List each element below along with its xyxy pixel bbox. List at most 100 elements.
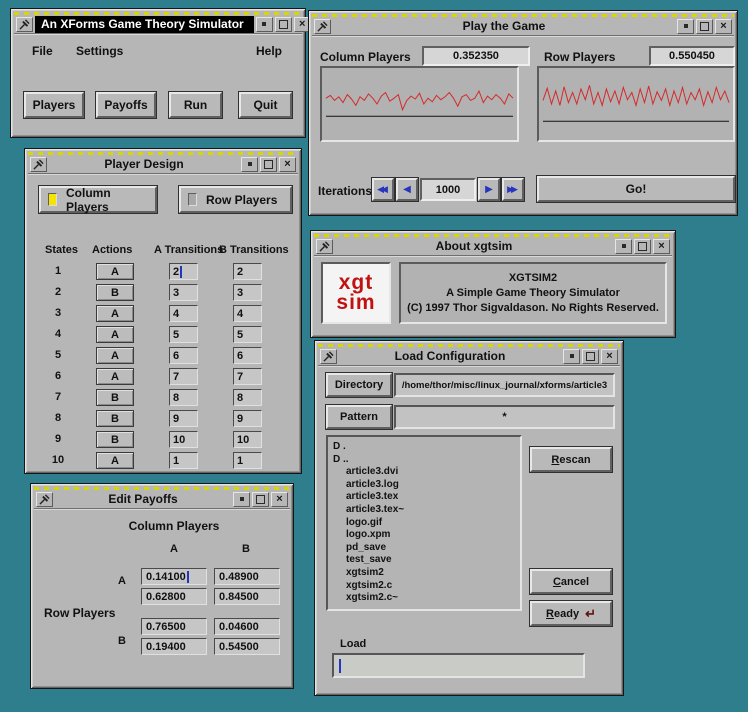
- step-back-button[interactable]: ◀: [396, 178, 418, 201]
- file-list-item[interactable]: xgtsim2: [333, 567, 515, 580]
- file-list-item[interactable]: xgtsim2.c~: [333, 592, 515, 605]
- b-transition-input[interactable]: 2: [233, 263, 262, 280]
- maximize-button[interactable]: [582, 349, 599, 364]
- pin-icon[interactable]: [316, 239, 333, 254]
- players-button[interactable]: Players: [24, 92, 84, 118]
- load-input[interactable]: [332, 653, 585, 678]
- minimize-button[interactable]: [563, 349, 580, 364]
- b-transition-input[interactable]: 4: [233, 305, 262, 322]
- payoff-input-r2c1[interactable]: 0.62800: [141, 588, 207, 605]
- titlebar[interactable]: Player Design ×: [28, 155, 298, 174]
- pattern-button[interactable]: Pattern: [326, 405, 392, 429]
- quit-button[interactable]: Quit: [239, 92, 292, 118]
- titlebar[interactable]: An XForms Game Theory Simulator ×: [14, 15, 302, 34]
- payoff-input-r1c2[interactable]: 0.48900: [214, 568, 280, 585]
- payoffs-button[interactable]: Payoffs: [96, 92, 156, 118]
- maximize-button[interactable]: [696, 19, 713, 34]
- run-button[interactable]: Run: [169, 92, 222, 118]
- a-transition-input[interactable]: 4: [169, 305, 198, 322]
- file-list-item[interactable]: D .: [333, 441, 515, 454]
- pin-icon[interactable]: [314, 19, 331, 34]
- pin-icon[interactable]: [30, 157, 47, 172]
- payoff-input-r2c2[interactable]: 0.84500: [214, 588, 280, 605]
- file-list-item[interactable]: pd_save: [333, 542, 515, 555]
- action-button[interactable]: A: [96, 263, 134, 280]
- minimize-button[interactable]: [233, 492, 250, 507]
- menu-file[interactable]: File: [28, 42, 57, 60]
- action-button[interactable]: A: [96, 368, 134, 385]
- payoff-input-r3c2[interactable]: 0.04600: [214, 618, 280, 635]
- b-transition-input[interactable]: 3: [233, 284, 262, 301]
- b-transition-input[interactable]: 5: [233, 326, 262, 343]
- file-list-item[interactable]: article3.tex: [333, 491, 515, 504]
- action-button[interactable]: B: [96, 389, 134, 406]
- titlebar[interactable]: Load Configuration ×: [318, 347, 620, 366]
- a-transition-input[interactable]: 9: [169, 410, 198, 427]
- payoff-input-r4c1[interactable]: 0.19400: [141, 638, 207, 655]
- minimize-button[interactable]: [615, 239, 632, 254]
- b-transition-input[interactable]: 9: [233, 410, 262, 427]
- b-transition-input[interactable]: 1: [233, 452, 262, 469]
- minimize-button[interactable]: [241, 157, 258, 172]
- minimize-button[interactable]: [677, 19, 694, 34]
- fast-rewind-button[interactable]: ◀◀: [372, 178, 394, 201]
- file-list-item[interactable]: logo.xpm: [333, 529, 515, 542]
- file-list-item[interactable]: article3.log: [333, 479, 515, 492]
- action-button[interactable]: B: [96, 431, 134, 448]
- maximize-button[interactable]: [634, 239, 651, 254]
- minimize-button[interactable]: [256, 17, 273, 32]
- maximize-button[interactable]: [252, 492, 269, 507]
- a-transition-input[interactable]: 2: [169, 263, 198, 280]
- close-button[interactable]: ×: [653, 239, 670, 254]
- maximize-button[interactable]: [260, 157, 277, 172]
- b-transition-input[interactable]: 6: [233, 347, 262, 364]
- a-transition-input[interactable]: 5: [169, 326, 198, 343]
- directory-field[interactable]: /home/thor/misc/linux_journal/xforms/art…: [394, 373, 615, 397]
- go-button[interactable]: Go!: [537, 176, 735, 202]
- cancel-button[interactable]: Cancel: [530, 569, 612, 594]
- a-transition-input[interactable]: 10: [169, 431, 198, 448]
- ready-button[interactable]: Ready↵: [530, 601, 612, 626]
- file-list[interactable]: D . D .. article3.dvi article3.log artic…: [326, 435, 522, 611]
- pattern-field[interactable]: *: [394, 405, 615, 429]
- pin-icon[interactable]: [320, 349, 337, 364]
- action-button[interactable]: A: [96, 326, 134, 343]
- maximize-button[interactable]: [275, 17, 292, 32]
- close-button[interactable]: ×: [601, 349, 618, 364]
- action-button[interactable]: B: [96, 410, 134, 427]
- payoff-input-r1c1[interactable]: 0.14100: [141, 568, 207, 585]
- file-list-item[interactable]: logo.gif: [333, 517, 515, 530]
- pin-icon[interactable]: [16, 17, 33, 32]
- file-list-item[interactable]: test_save: [333, 554, 515, 567]
- menu-settings[interactable]: Settings: [72, 42, 127, 60]
- file-list-item[interactable]: article3.tex~: [333, 504, 515, 517]
- b-transition-input[interactable]: 10: [233, 431, 262, 448]
- step-forward-button[interactable]: ▶: [478, 178, 500, 201]
- payoff-input-r4c2[interactable]: 0.54500: [214, 638, 280, 655]
- column-players-toggle[interactable]: Column Players: [39, 186, 157, 213]
- file-list-item[interactable]: D ..: [333, 454, 515, 467]
- a-transition-input[interactable]: 8: [169, 389, 198, 406]
- file-list-item[interactable]: article3.dvi: [333, 466, 515, 479]
- file-list-item[interactable]: xgtsim2.c: [333, 580, 515, 593]
- row-players-toggle[interactable]: Row Players: [179, 186, 292, 213]
- close-button[interactable]: ×: [715, 19, 732, 34]
- fast-forward-button[interactable]: ▶▶: [502, 178, 524, 201]
- action-button[interactable]: B: [96, 284, 134, 301]
- pin-icon[interactable]: [36, 492, 53, 507]
- payoff-input-r3c1[interactable]: 0.76500: [141, 618, 207, 635]
- close-button[interactable]: ×: [279, 157, 296, 172]
- iterations-value[interactable]: 1000: [420, 178, 476, 201]
- titlebar[interactable]: Play the Game ×: [312, 17, 734, 36]
- b-transition-input[interactable]: 8: [233, 389, 262, 406]
- rescan-button[interactable]: Rescan: [530, 447, 612, 472]
- a-transition-input[interactable]: 6: [169, 347, 198, 364]
- action-button[interactable]: A: [96, 452, 134, 469]
- menu-help[interactable]: Help: [252, 42, 286, 60]
- a-transition-input[interactable]: 1: [169, 452, 198, 469]
- directory-button[interactable]: Directory: [326, 373, 392, 397]
- a-transition-input[interactable]: 3: [169, 284, 198, 301]
- b-transition-input[interactable]: 7: [233, 368, 262, 385]
- close-button[interactable]: ×: [271, 492, 288, 507]
- titlebar[interactable]: About xgtsim ×: [314, 237, 672, 256]
